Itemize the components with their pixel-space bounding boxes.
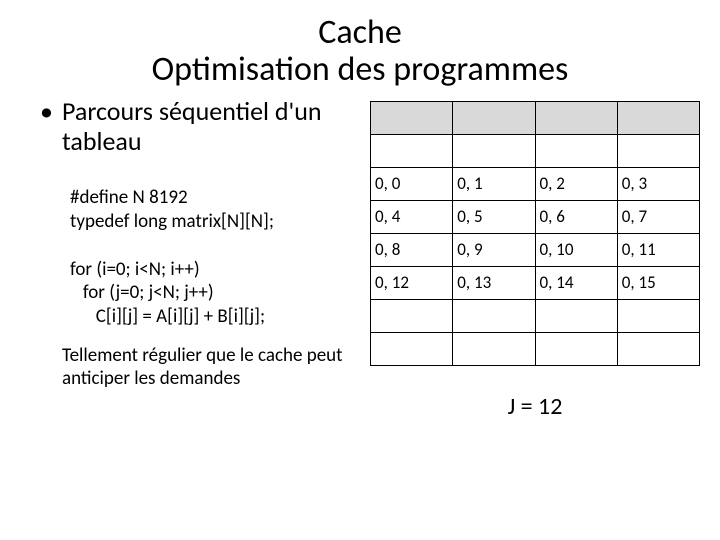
left-column: Parcours séquentiel d'un tableau #define… <box>40 97 370 421</box>
cell: 0, 2 <box>535 167 617 200</box>
code-line: #define N 8192 <box>70 186 188 209</box>
table-row <box>371 299 700 332</box>
cell <box>535 101 617 134</box>
bullet-item: Parcours séquentiel d'un tableau <box>40 97 360 157</box>
cell: 0, 7 <box>617 200 699 233</box>
cell: 0, 0 <box>371 167 453 200</box>
cell <box>535 299 617 332</box>
slide: Cache Optimisation des programmes Parcou… <box>0 0 720 540</box>
table-row <box>371 101 700 134</box>
slide-title: Cache Optimisation des programmes <box>0 0 720 89</box>
code-line: for (i=0; i<N; i++) <box>70 258 200 281</box>
cell: 0, 9 <box>453 233 535 266</box>
cell: 0, 6 <box>535 200 617 233</box>
cache-grid: 0, 0 0, 1 0, 2 0, 3 0, 4 0, 5 0, 6 0, 7 … <box>370 101 700 366</box>
right-column: 0, 0 0, 1 0, 2 0, 3 0, 4 0, 5 0, 6 0, 7 … <box>370 97 700 421</box>
cell: 0, 13 <box>453 266 535 299</box>
cell <box>453 101 535 134</box>
cell: 0, 15 <box>617 266 699 299</box>
grid-caption: J = 12 <box>370 392 700 421</box>
note-text: Tellement régulier que le cache peut ant… <box>62 345 360 391</box>
code-line: typedef long matrix[N][N]; <box>70 210 274 233</box>
cell: 0, 11 <box>617 233 699 266</box>
cell: 0, 4 <box>371 200 453 233</box>
table-row <box>371 332 700 365</box>
cell: 0, 3 <box>617 167 699 200</box>
cell: 0, 8 <box>371 233 453 266</box>
table-row: 0, 4 0, 5 0, 6 0, 7 <box>371 200 700 233</box>
slide-body: Parcours séquentiel d'un tableau #define… <box>0 89 720 421</box>
table-row: 0, 8 0, 9 0, 10 0, 11 <box>371 233 700 266</box>
table-row <box>371 134 700 167</box>
table-row: 0, 0 0, 1 0, 2 0, 3 <box>371 167 700 200</box>
cell: 0, 14 <box>535 266 617 299</box>
cell: 0, 10 <box>535 233 617 266</box>
code-line: for (j=0; j<N; j++) <box>70 281 214 304</box>
cell: 0, 1 <box>453 167 535 200</box>
cell <box>453 332 535 365</box>
cell <box>617 332 699 365</box>
title-line-2: Optimisation des programmes <box>152 49 569 90</box>
cell <box>371 101 453 134</box>
cell <box>453 299 535 332</box>
cell <box>617 299 699 332</box>
cell <box>535 134 617 167</box>
cell <box>617 101 699 134</box>
table-row: 0, 12 0, 13 0, 14 0, 15 <box>371 266 700 299</box>
cell <box>453 134 535 167</box>
cell <box>535 332 617 365</box>
cell <box>617 134 699 167</box>
title-line-1: Cache <box>318 12 402 53</box>
code-line: C[i][j] = A[i][j] + B[i][j]; <box>70 305 265 328</box>
cell <box>371 134 453 167</box>
cell <box>371 299 453 332</box>
cell: 0, 12 <box>371 266 453 299</box>
code-block: #define N 8192 typedef long matrix[N][N]… <box>70 163 360 329</box>
cell: 0, 5 <box>453 200 535 233</box>
cell <box>371 332 453 365</box>
